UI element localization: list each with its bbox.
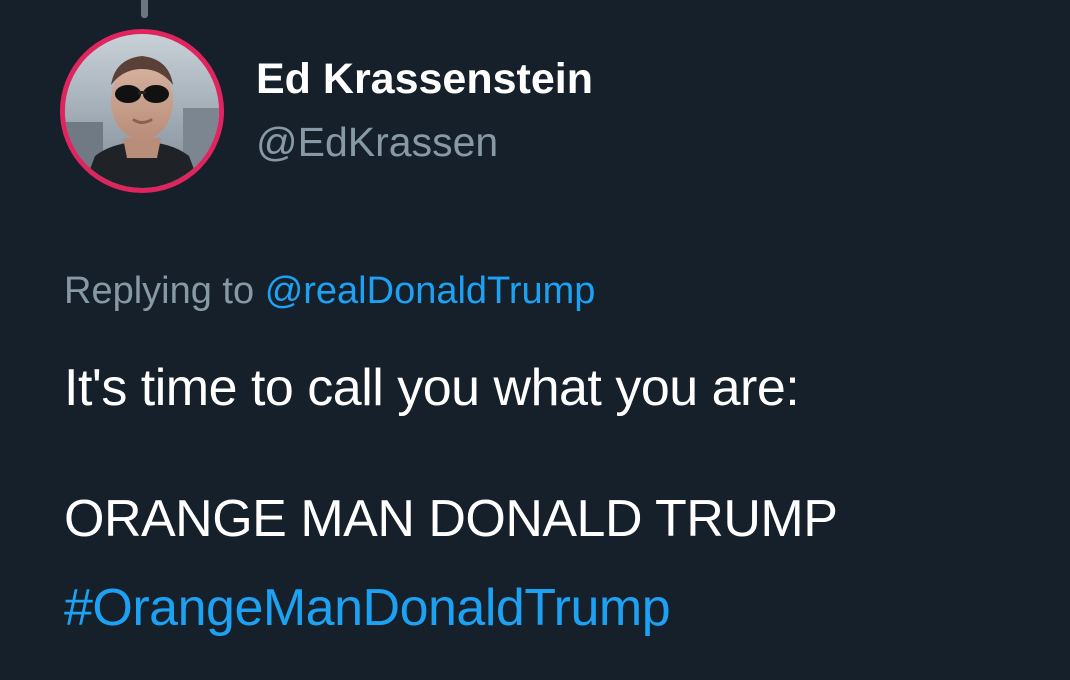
- reply-context: Replying to @realDonaldTrump: [64, 272, 595, 310]
- author-display-name[interactable]: Ed Krassenstein: [256, 58, 593, 101]
- profile-photo-icon: [65, 34, 219, 188]
- author-handle[interactable]: @EdKrassen: [256, 122, 498, 163]
- thread-connector-line: [141, 0, 148, 18]
- hashtag-link[interactable]: #OrangeManDonaldTrump: [64, 582, 671, 634]
- reply-prefix: Replying to: [64, 270, 255, 312]
- reply-target-link[interactable]: @realDonaldTrump: [265, 270, 596, 312]
- tweet-text-line-2: ORANGE MAN DONALD TRUMP: [64, 490, 838, 548]
- avatar[interactable]: [60, 29, 224, 193]
- tweet-text-line-1: It's time to call you what you are:: [64, 359, 800, 417]
